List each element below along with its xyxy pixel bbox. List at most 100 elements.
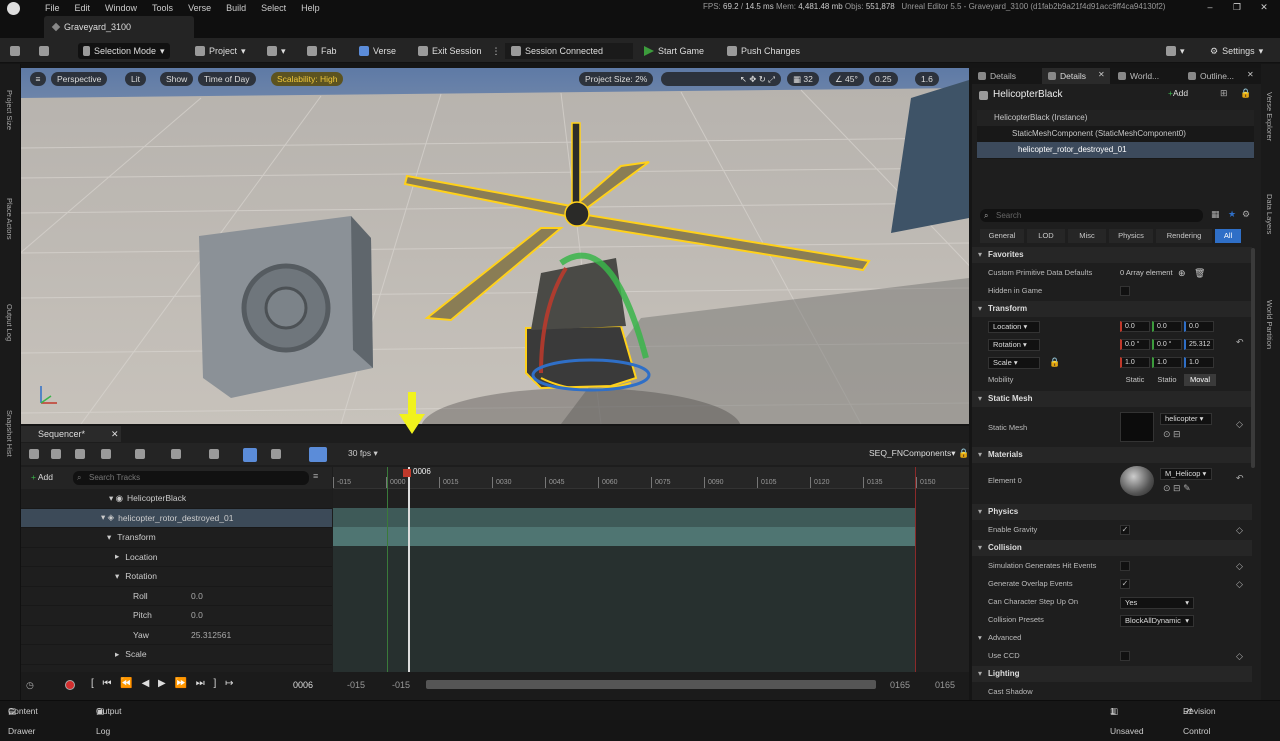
scale-z-field[interactable]: 1.0 [1184, 357, 1214, 368]
rotation-dropdown[interactable]: Rotation ▾ [988, 339, 1040, 351]
blueprint-icon[interactable]: ⊞ [1220, 88, 1228, 99]
lock-icon[interactable]: 🔒 [1049, 357, 1060, 368]
scale-dropdown[interactable]: Scale ▾ [988, 357, 1040, 369]
filter-all[interactable]: All [1215, 229, 1241, 243]
diamond-icon[interactable]: ◇ [1236, 648, 1243, 664]
playhead-handle[interactable] [403, 469, 411, 477]
category-transform[interactable]: Transform [972, 301, 1252, 317]
working-range-end[interactable]: 0165 [890, 680, 910, 690]
sim-hit-events-checkbox[interactable] [1120, 561, 1130, 571]
diamond-icon[interactable]: ◇ [1236, 522, 1243, 538]
menu-select[interactable]: Select [261, 0, 295, 16]
playhead-line[interactable] [408, 467, 410, 672]
view-range-start[interactable]: -015 [347, 680, 365, 690]
scale-y-field[interactable]: 1.0 [1152, 357, 1182, 368]
track-row[interactable]: ▾ ◈ helicopter_rotor_destroyed_01 [21, 508, 332, 528]
reset-rotation-icon[interactable]: ↶ [1236, 337, 1244, 348]
track-row[interactable]: ▾ Rotation [21, 567, 332, 587]
diamond-icon[interactable]: ◇ [1236, 419, 1243, 430]
category-physics[interactable]: Physics [972, 504, 1252, 520]
use-ccd-checkbox[interactable] [1120, 651, 1130, 661]
track-value[interactable]: 0.0 [191, 610, 203, 620]
time-of-day-button[interactable]: Time of Day [198, 72, 256, 86]
find-asset-icon[interactable] [51, 449, 61, 459]
step-up-dropdown[interactable]: Yes ▾ [1120, 597, 1194, 609]
tree-item-static-mesh-component[interactable]: StaticMeshComponent (StaticMeshComponent… [977, 126, 1254, 142]
prop-advanced[interactable]: ▾ Advanced [978, 630, 1021, 646]
scale-snap-button[interactable]: 0.25 [869, 72, 898, 86]
category-materials[interactable]: Materials [972, 447, 1252, 463]
track-row[interactable]: ▾ ◉ HelicopterBlack [21, 489, 332, 509]
start-game-button[interactable]: Start Game [644, 43, 704, 59]
more-options-icon[interactable]: ⋮ [492, 43, 501, 59]
save-icon[interactable] [29, 449, 39, 459]
close-icon[interactable]: ✕ [1098, 70, 1105, 79]
sequencer-tab[interactable]: Sequencer* ✕ [21, 426, 121, 442]
lock-icon[interactable]: 🔒 [958, 448, 969, 459]
category-favorites[interactable]: Favorites [972, 247, 1252, 263]
camera-speed-button[interactable]: 1.6 [915, 72, 939, 86]
menu-file[interactable]: File [45, 0, 69, 16]
location-dropdown[interactable]: Location ▾ [988, 321, 1040, 333]
category-static-mesh[interactable]: Static Mesh [972, 391, 1252, 407]
content-icon[interactable] [39, 43, 49, 59]
save-icon[interactable] [10, 43, 20, 59]
mobility-movable[interactable]: Moval [1184, 374, 1216, 386]
settings-button[interactable]: ⚙ Settings ▾ [1210, 43, 1263, 59]
scale-tool-icon[interactable]: ⤢ [768, 74, 775, 84]
category-lighting[interactable]: Lighting [972, 666, 1252, 682]
move-tool-icon[interactable]: ✥ [749, 74, 756, 84]
playback-options-icon[interactable] [171, 449, 181, 459]
scalability-button[interactable]: Scalability: High [271, 72, 344, 86]
data-layers-tab[interactable]: Data Layers [1265, 194, 1274, 234]
scale-x-field[interactable]: 1.0 [1120, 357, 1150, 368]
project-size-tab[interactable]: Project Size [5, 90, 14, 130]
rotation-x-field[interactable]: 0.0 ° [1120, 339, 1150, 350]
details-scrollbar[interactable] [1251, 248, 1255, 468]
track-row[interactable]: ▾ Transform [21, 528, 332, 548]
material-thumbnail[interactable] [1120, 466, 1154, 496]
lit-button[interactable]: Lit [125, 72, 146, 86]
actions-icon[interactable] [101, 449, 111, 459]
add-component-button[interactable]: +Add [1168, 88, 1188, 98]
tab-level[interactable]: Graveyard_3100 [44, 16, 194, 38]
collision-presets-dropdown[interactable]: BlockAllDynamic ▾ [1120, 615, 1194, 627]
diamond-icon[interactable]: ◇ [1236, 558, 1243, 574]
rotation-snap-button[interactable]: ∠ 45° [829, 72, 864, 86]
menu-edit[interactable]: Edit [75, 0, 100, 16]
menu-tools[interactable]: Tools [152, 0, 182, 16]
track-value[interactable]: 25.312561 [191, 630, 231, 640]
star-icon[interactable]: ★ [1228, 209, 1236, 220]
track-row[interactable]: ▸ Location [21, 548, 332, 567]
menu-verse[interactable]: Verse [188, 0, 220, 16]
select-tool-icon[interactable]: ↖ [740, 74, 747, 84]
playback-end-marker[interactable] [915, 467, 916, 672]
filter-lod[interactable]: LOD [1027, 229, 1065, 243]
mobility-stationary[interactable]: Statio [1152, 374, 1182, 386]
menu-window[interactable]: Window [105, 0, 146, 16]
team-button[interactable]: ▾ [1166, 43, 1185, 59]
add-track-button[interactable]: + Add [31, 472, 53, 482]
edit-mode-icon[interactable] [271, 449, 281, 459]
tab-outliner[interactable]: Outline... [1182, 68, 1234, 84]
transport-controls[interactable]: [ ⏮ ⏪ ◀ ▶ ⏩ ⏭ ] ↦ [91, 678, 236, 689]
maximize-icon[interactable]: ❐ [1226, 0, 1248, 16]
view-range-end[interactable]: 0165 [935, 680, 955, 690]
render-movie-icon[interactable] [75, 449, 85, 459]
fps-dropdown[interactable]: 30 fps ▾ [348, 448, 378, 459]
diamond-icon[interactable]: ◇ [1236, 576, 1243, 592]
track-row[interactable]: ▸ Scale [21, 645, 332, 665]
exit-session-button[interactable]: Exit Session ⋮ [418, 43, 501, 59]
menu-help[interactable]: Help [301, 0, 329, 16]
add-element-icon[interactable]: ⊕ [1178, 265, 1186, 281]
fab-button[interactable]: Fab [307, 43, 337, 59]
tab-world[interactable]: World... [1112, 68, 1159, 84]
add-content-button[interactable]: ▾ [267, 43, 286, 59]
grid-snap-button[interactable]: ▦ 32 [787, 72, 819, 86]
details-search-input[interactable]: ⌕ Search [980, 209, 1203, 222]
static-mesh-picker[interactable]: helicopter ▾ [1160, 413, 1212, 425]
hidden-in-game-checkbox[interactable] [1120, 286, 1130, 296]
mesh-thumbnail[interactable] [1120, 412, 1154, 442]
rotation-z-field[interactable]: 25.312 [1184, 339, 1214, 350]
timeline-scrollbar[interactable] [426, 680, 876, 689]
